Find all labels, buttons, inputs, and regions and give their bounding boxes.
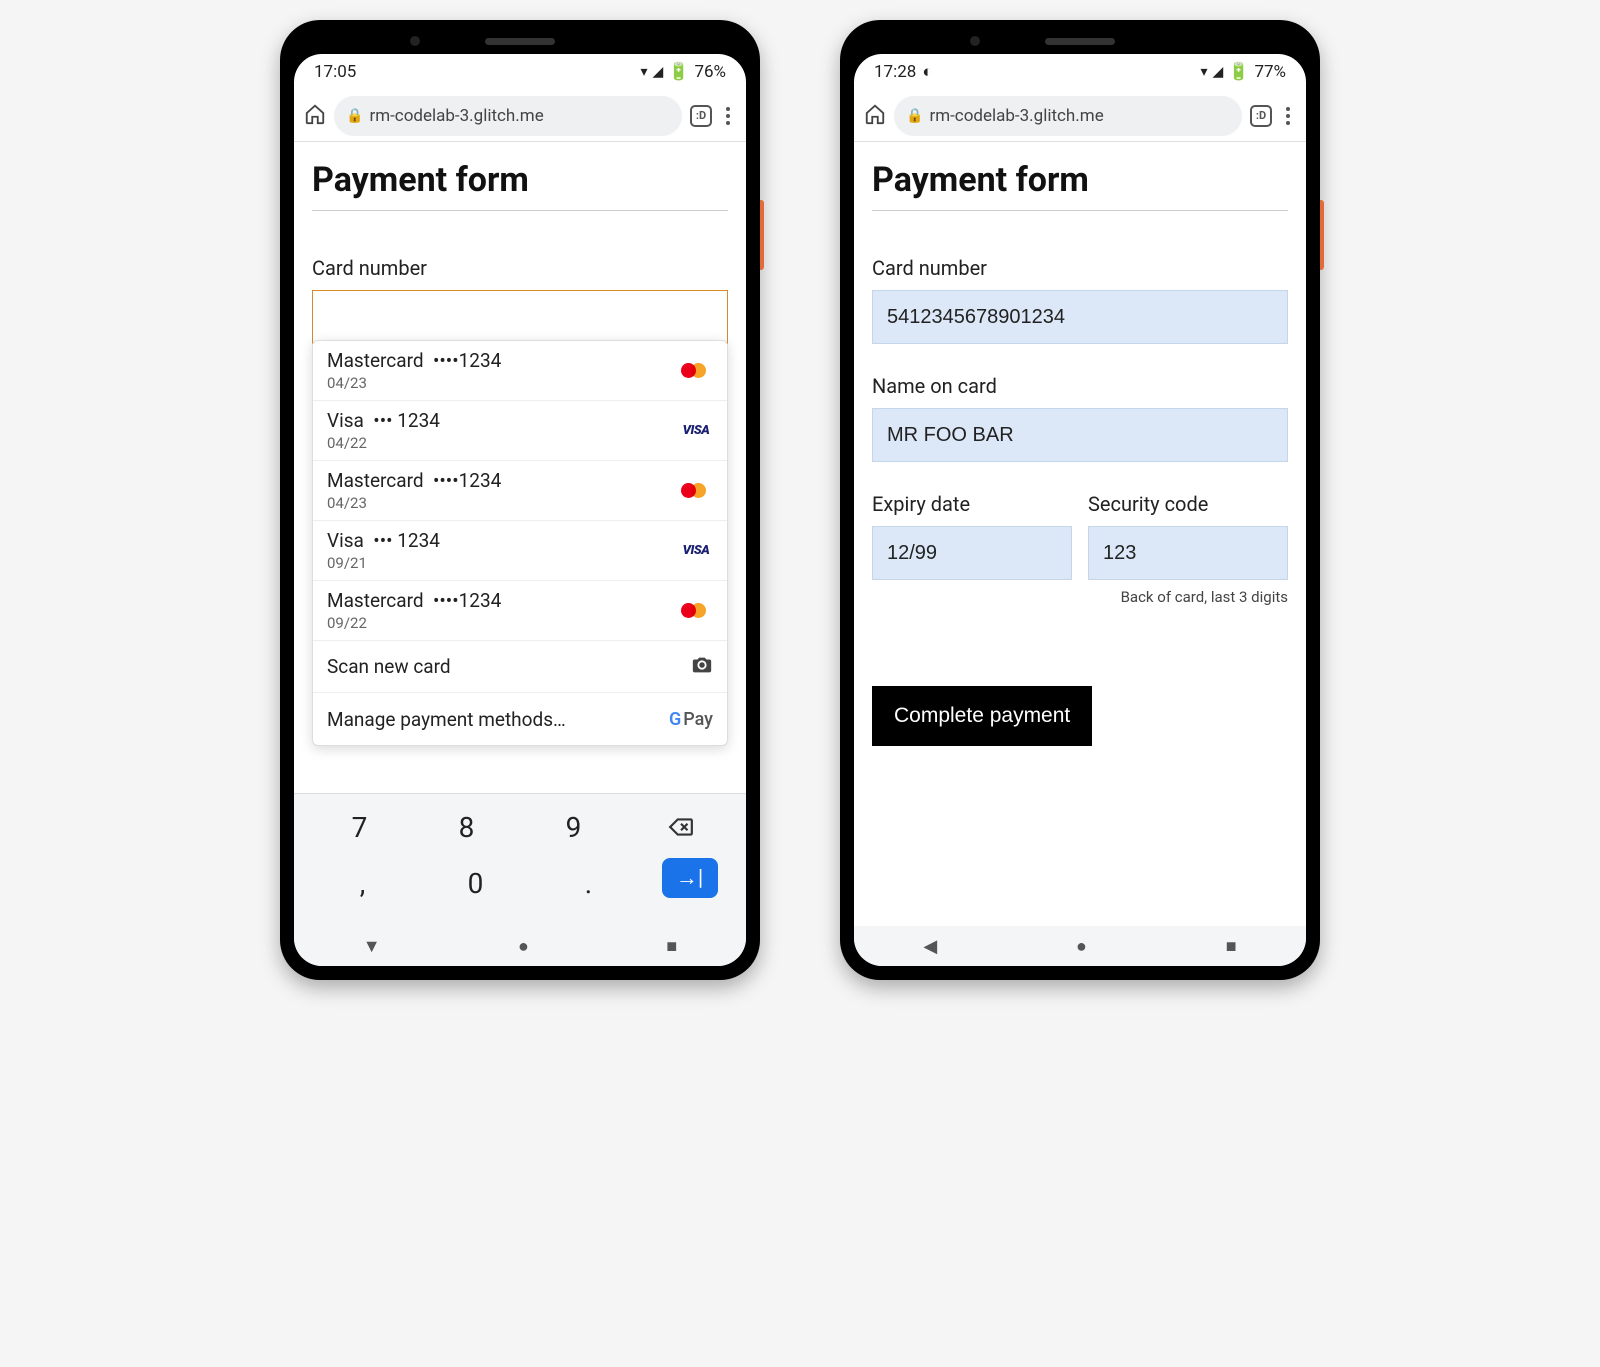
nav-recent-icon[interactable]: ■ xyxy=(666,936,677,957)
key-7[interactable]: 7 xyxy=(320,802,400,852)
android-nav-bar: ▼ ● ■ xyxy=(294,926,746,966)
tabs-button[interactable]: :D xyxy=(690,105,712,127)
key-comma[interactable]: , xyxy=(323,858,403,908)
data-saver-icon: ◐ xyxy=(922,62,932,82)
page-content: Payment form Card number Mastercard ••••… xyxy=(294,142,746,793)
signal-icon: ◢ xyxy=(652,64,663,80)
front-camera-dot xyxy=(970,36,980,46)
nav-back-icon[interactable]: ◀ xyxy=(923,936,937,957)
status-time: 17:05 xyxy=(314,62,356,82)
nav-back-icon[interactable]: ▼ xyxy=(363,936,381,957)
autofill-dropdown: Mastercard ••••1234 04/23 Visa ••• 1234 … xyxy=(312,340,728,746)
autofill-card-item[interactable]: Mastercard ••••1234 04/23 xyxy=(313,461,727,521)
security-code-input[interactable] xyxy=(1088,526,1288,580)
card-number-label: Card number xyxy=(872,256,1288,280)
key-period[interactable]: . xyxy=(549,858,629,908)
complete-payment-button[interactable]: Complete payment xyxy=(872,686,1092,746)
autofill-card-item[interactable]: Visa ••• 1234 09/21 VISA xyxy=(313,521,727,581)
numeric-keyboard: 7 8 9 , 0 . →| xyxy=(294,793,746,926)
nav-home-icon[interactable]: ● xyxy=(518,936,529,957)
phone-right: 17:28 ◐ ▾ ◢ 🔋 77% 🔒 rm-codelab-3.glitch.… xyxy=(840,20,1320,980)
address-bar[interactable]: 🔒 rm-codelab-3.glitch.me xyxy=(894,96,1242,136)
key-backspace[interactable] xyxy=(641,802,721,852)
mastercard-icon xyxy=(679,600,713,622)
card-number-label: Card number xyxy=(312,256,728,280)
visa-icon: VISA xyxy=(679,540,713,562)
wifi-icon: ▾ xyxy=(640,64,647,80)
security-code-label: Security code xyxy=(1088,492,1288,516)
home-icon[interactable] xyxy=(864,103,886,129)
mastercard-icon xyxy=(679,360,713,382)
status-bar: 17:28 ◐ ▾ ◢ 🔋 77% xyxy=(854,54,1306,90)
browser-toolbar: 🔒 rm-codelab-3.glitch.me :D xyxy=(854,90,1306,142)
page-content: Payment form Card number Name on card Ex… xyxy=(854,142,1306,926)
battery-icon: 🔋 xyxy=(668,62,689,82)
android-nav-bar: ◀ ● ■ xyxy=(854,926,1306,966)
page-title: Payment form xyxy=(312,160,728,211)
autofill-card-item[interactable]: Mastercard ••••1234 09/22 xyxy=(313,581,727,641)
battery-icon: 🔋 xyxy=(1228,62,1249,82)
key-9[interactable]: 9 xyxy=(534,802,614,852)
key-enter[interactable]: →| xyxy=(662,858,718,898)
tabs-button[interactable]: :D xyxy=(1250,105,1272,127)
wifi-icon: ▾ xyxy=(1200,64,1207,80)
key-8[interactable]: 8 xyxy=(427,802,507,852)
url-text: rm-codelab-3.glitch.me xyxy=(369,106,543,126)
battery-text: 77% xyxy=(1254,62,1286,82)
mastercard-icon xyxy=(679,480,713,502)
lock-icon: 🔒 xyxy=(346,108,363,124)
home-icon[interactable] xyxy=(304,103,326,129)
front-camera-dot xyxy=(410,36,420,46)
url-text: rm-codelab-3.glitch.me xyxy=(929,106,1103,126)
screen-right: 17:28 ◐ ▾ ◢ 🔋 77% 🔒 rm-codelab-3.glitch.… xyxy=(854,54,1306,966)
nav-home-icon[interactable]: ● xyxy=(1076,936,1087,957)
menu-icon[interactable] xyxy=(1280,107,1296,125)
lock-icon: 🔒 xyxy=(906,108,923,124)
name-on-card-label: Name on card xyxy=(872,374,1288,398)
phone-left: 17:05 ▾ ◢ 🔋 76% 🔒 rm-codelab-3.glitch.me… xyxy=(280,20,760,980)
name-on-card-input[interactable] xyxy=(872,408,1288,462)
browser-toolbar: 🔒 rm-codelab-3.glitch.me :D xyxy=(294,90,746,142)
expiry-label: Expiry date xyxy=(872,492,1072,516)
key-0[interactable]: 0 xyxy=(436,858,516,908)
scan-new-card[interactable]: Scan new card xyxy=(313,641,727,693)
screen-left: 17:05 ▾ ◢ 🔋 76% 🔒 rm-codelab-3.glitch.me… xyxy=(294,54,746,966)
manage-payment-methods[interactable]: Manage payment methods… GPay xyxy=(313,693,727,745)
card-number-input[interactable] xyxy=(312,290,728,344)
autofill-card-item[interactable]: Mastercard ••••1234 04/23 xyxy=(313,341,727,401)
camera-icon xyxy=(691,654,713,680)
signal-icon: ◢ xyxy=(1212,64,1223,80)
speaker-grill xyxy=(1045,38,1115,45)
gpay-icon: GPay xyxy=(669,709,713,730)
expiry-input[interactable] xyxy=(872,526,1072,580)
menu-icon[interactable] xyxy=(720,107,736,125)
visa-icon: VISA xyxy=(679,420,713,442)
page-title: Payment form xyxy=(872,160,1288,211)
security-code-hint: Back of card, last 3 digits xyxy=(1088,588,1288,606)
autofill-card-item[interactable]: Visa ••• 1234 04/22 VISA xyxy=(313,401,727,461)
battery-text: 76% xyxy=(694,62,726,82)
status-time: 17:28 xyxy=(874,62,916,82)
card-number-input[interactable] xyxy=(872,290,1288,344)
address-bar[interactable]: 🔒 rm-codelab-3.glitch.me xyxy=(334,96,682,136)
nav-recent-icon[interactable]: ■ xyxy=(1226,936,1237,957)
status-bar: 17:05 ▾ ◢ 🔋 76% xyxy=(294,54,746,90)
speaker-grill xyxy=(485,38,555,45)
